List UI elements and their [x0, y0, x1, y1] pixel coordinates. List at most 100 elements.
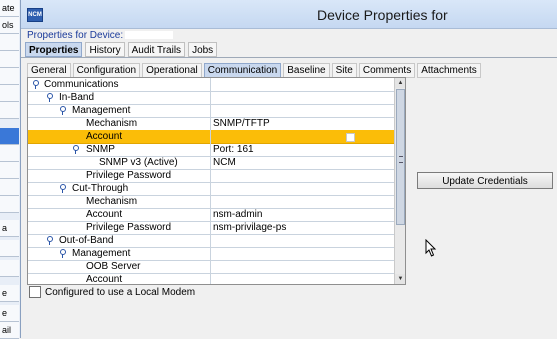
background-item: a — [0, 220, 19, 237]
local-modem-option: Configured to use a Local Modem — [29, 286, 195, 298]
local-modem-checkbox[interactable] — [29, 286, 41, 298]
pin-icon[interactable] — [72, 145, 79, 154]
tree-row-in-band[interactable]: In-Band — [28, 91, 394, 105]
tree-row-value — [210, 234, 213, 247]
tree-row-mechanism[interactable]: Mechanism SNMP/TFTP — [28, 117, 394, 131]
tree-row-privilege-password[interactable]: Privilege Password — [28, 169, 394, 183]
tab-history[interactable]: History — [85, 42, 125, 57]
tab-general[interactable]: General — [27, 63, 71, 78]
background-item — [0, 85, 19, 102]
top-tabs: Properties History Audit Trails Jobs — [25, 42, 220, 57]
background-item-selected — [0, 128, 19, 145]
tab-site[interactable]: Site — [331, 63, 357, 78]
tree-row-value — [210, 169, 213, 182]
tab-operational[interactable]: Operational — [142, 63, 202, 78]
tree-row-value — [210, 247, 213, 260]
local-modem-label: Configured to use a Local Modem — [45, 286, 196, 298]
tab-properties[interactable]: Properties — [25, 42, 83, 57]
tree-row-communications[interactable]: Communications — [28, 78, 394, 92]
communication-tree-grid: Communications In-Band Management Mechan… — [27, 77, 406, 285]
background-item — [0, 260, 19, 277]
tree-row-management[interactable]: Management — [28, 104, 394, 118]
background-item: ate — [0, 0, 19, 17]
tree-row-management[interactable]: Management — [28, 247, 394, 261]
tab-audit-trails[interactable]: Audit Trails — [127, 42, 186, 57]
tree-row-label: Management — [72, 105, 131, 116]
background-item — [0, 34, 19, 51]
tree-row-label: SNMP v3 (Active) — [99, 157, 178, 168]
background-item — [0, 145, 19, 162]
tree-row-label: Privilege Password — [86, 222, 172, 233]
background-app-list: ate ols a e e ail — [0, 0, 21, 339]
tree-row-label: OOB Server — [86, 261, 141, 272]
background-item: ols — [0, 17, 19, 34]
pin-icon[interactable] — [59, 249, 66, 258]
background-item — [0, 179, 19, 196]
tree-row-account-selected[interactable]: Account — [28, 130, 394, 144]
pin-icon[interactable] — [59, 106, 66, 115]
tree-row-value: SNMP/TFTP — [210, 117, 270, 130]
tab-jobs[interactable]: Jobs — [188, 42, 218, 57]
tree-row-label: Cut-Through — [72, 183, 129, 194]
tree-row-account[interactable]: Account nsm-admin — [28, 208, 394, 222]
vertical-scrollbar[interactable]: ▲ ▼ — [394, 78, 405, 284]
tree-row-snmp-v3[interactable]: SNMP v3 (Active) NCM — [28, 156, 394, 170]
ncm-app-icon: NCM — [27, 8, 43, 22]
background-item — [0, 162, 19, 179]
scroll-down-button[interactable]: ▼ — [395, 274, 405, 284]
tree-row-value — [210, 104, 213, 117]
pin-icon[interactable] — [59, 184, 66, 193]
tree-row-label: Communications — [44, 79, 119, 90]
background-item — [0, 240, 19, 257]
tab-communication[interactable]: Communication — [203, 63, 282, 78]
background-item: ail — [0, 322, 19, 339]
background-item: e — [0, 305, 19, 322]
device-label: Properties for Device: — [27, 30, 174, 41]
tree-row-value — [210, 182, 213, 195]
grip-icon — [399, 156, 403, 163]
tree-row-label: In-Band — [59, 92, 95, 103]
background-item — [0, 68, 19, 85]
mouse-cursor-icon — [425, 239, 437, 257]
tree-row-snmp[interactable]: SNMP Port: 161 — [28, 143, 394, 157]
pin-icon[interactable] — [46, 93, 53, 102]
device-label-text: Properties for Device: — [27, 30, 124, 41]
tree-row-label: SNMP — [86, 144, 115, 155]
tree-row-value — [210, 260, 213, 273]
tab-comments[interactable]: Comments — [358, 63, 416, 78]
sub-tabs: General Configuration Operational Commun… — [27, 63, 483, 78]
pin-icon[interactable] — [46, 236, 53, 245]
tree-row-value: nsm-privilage-ps — [210, 221, 286, 234]
tree-row-label: Management — [72, 248, 131, 259]
tree-row-value: Port: 161 — [210, 143, 254, 156]
tree-row-mechanism[interactable]: Mechanism — [28, 195, 394, 209]
tree-row-value — [210, 195, 213, 208]
background-item — [0, 196, 19, 213]
tree-row-cut-through[interactable]: Cut-Through — [28, 182, 394, 196]
tree-row-oob-server[interactable]: OOB Server — [28, 260, 394, 274]
background-item — [0, 51, 19, 68]
tree-row-label: Out-of-Band — [59, 235, 114, 246]
tree-row-label: Account — [86, 131, 123, 142]
title-bar[interactable]: NCM Device Properties for — [21, 0, 557, 29]
scroll-thumb[interactable] — [396, 89, 405, 225]
pin-icon[interactable] — [32, 80, 39, 89]
background-item — [0, 102, 19, 119]
tree-row-account[interactable]: Account — [28, 273, 394, 284]
tree-row-label: Mechanism — [86, 196, 138, 207]
background-item: e — [0, 285, 19, 302]
tree-row-value — [210, 130, 213, 143]
device-properties-window: NCM Device Properties for Properties for… — [20, 0, 557, 338]
tab-configuration[interactable]: Configuration — [72, 63, 141, 78]
tree-row-value — [210, 78, 213, 91]
tree-row-out-of-band[interactable]: Out-of-Band — [28, 234, 394, 248]
update-credentials-button[interactable]: Update Credentials — [417, 172, 553, 189]
tree-row-privilege-password[interactable]: Privilege Password nsm-privilage-ps — [28, 221, 394, 235]
tab-divider — [21, 57, 557, 58]
tab-baseline[interactable]: Baseline — [283, 63, 330, 78]
scroll-up-button[interactable]: ▲ — [395, 78, 405, 88]
tree-row-value — [210, 91, 213, 104]
tree-row-label: Mechanism — [86, 118, 138, 129]
tree-row-label: Privilege Password — [86, 170, 172, 181]
tab-attachments[interactable]: Attachments — [417, 63, 481, 78]
